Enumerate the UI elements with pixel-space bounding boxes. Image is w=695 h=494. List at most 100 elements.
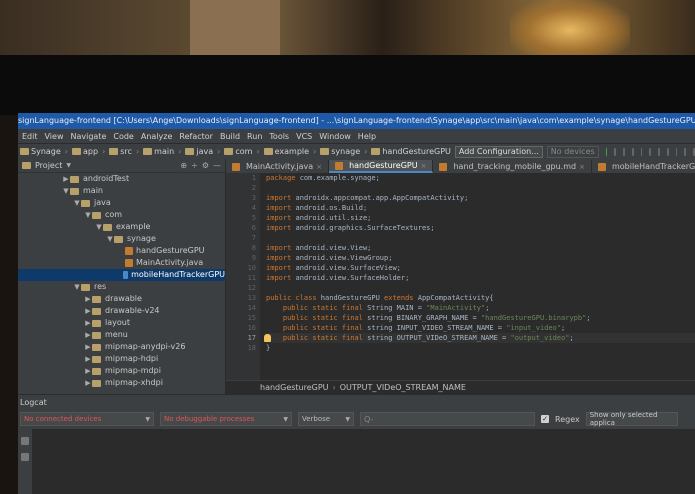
avd-manager-icon[interactable] (658, 147, 660, 156)
tree-item[interactable]: ▼ com (18, 209, 225, 221)
tree-item[interactable]: handGestureGPU (18, 245, 225, 257)
tree-item[interactable]: ▶ mipmap-mdpi (18, 365, 225, 377)
tree-item[interactable]: ▶ mipmap-xhdpi (18, 377, 225, 389)
line-number: 12 (247, 284, 256, 292)
tree-item[interactable]: ▶ androidTest (18, 173, 225, 185)
nav-crumb[interactable]: java (185, 147, 213, 156)
tree-item[interactable]: ▶ layout (18, 317, 225, 329)
tree-item[interactable]: ▶ menu (18, 329, 225, 341)
nav-crumb[interactable]: main (143, 147, 174, 156)
lightbulb-icon[interactable] (264, 334, 271, 342)
menu-item-navigate[interactable]: Navigate (70, 132, 106, 141)
process-dropdown[interactable]: No debuggable processes ▼ (160, 412, 292, 426)
hide-panel-icon[interactable]: — (213, 161, 221, 170)
menu-item-refactor[interactable]: Refactor (179, 132, 213, 141)
logcat-search-input[interactable]: Q- (360, 412, 535, 426)
profile-icon[interactable] (623, 147, 625, 156)
collapsed-arrow-icon[interactable]: ▶ (62, 173, 70, 185)
chevron-right-icon: › (364, 147, 368, 156)
folder-icon (114, 235, 123, 243)
tree-item[interactable]: ▶ drawable-v24 (18, 305, 225, 317)
expanded-arrow-icon[interactable]: ▼ (62, 185, 70, 197)
expanded-arrow-icon[interactable]: ▼ (73, 281, 81, 293)
menu-item-view[interactable]: View (45, 132, 64, 141)
menu-item-code[interactable]: Code (113, 132, 133, 141)
tree-item[interactable]: MainActivity.java (18, 257, 225, 269)
folder-icon (81, 199, 90, 207)
menu-item-analyze[interactable]: Analyze (141, 132, 173, 141)
chevron-right-icon: › (178, 147, 182, 156)
expanded-arrow-icon[interactable]: ▼ (73, 197, 81, 209)
tree-item[interactable]: ▼ example (18, 221, 225, 233)
stop-icon[interactable] (640, 147, 643, 156)
editor-tab[interactable]: handGestureGPU × (329, 160, 434, 173)
close-icon[interactable]: × (421, 162, 427, 170)
tree-item[interactable]: ▶ mipmap-hdpi (18, 353, 225, 365)
nav-crumb[interactable]: example (263, 147, 309, 156)
tree-item[interactable]: ▼ synage (18, 233, 225, 245)
device-selector[interactable]: No devices (546, 145, 599, 158)
nav-crumb[interactable]: synage (320, 147, 360, 156)
layout-inspector-icon[interactable] (684, 147, 687, 156)
nav-crumb[interactable]: handGestureGPU (371, 147, 451, 156)
debug-icon[interactable] (614, 147, 617, 156)
tree-item[interactable]: ▶ mipmap-anydpi-v26 (18, 341, 225, 353)
collapsed-arrow-icon[interactable]: ▶ (84, 365, 92, 377)
target-icon[interactable]: ⊕ (180, 161, 187, 170)
tree-item[interactable]: mobileHandTrackerGPU (18, 269, 225, 281)
collapsed-arrow-icon[interactable]: ▶ (84, 353, 92, 365)
add-configuration-button[interactable]: Add Configuration... (454, 145, 543, 158)
sdk-manager-icon[interactable] (666, 147, 669, 156)
nav-crumb[interactable]: Synage (20, 147, 61, 156)
editor-tab[interactable]: mobileHandTrackerGPU× (592, 160, 695, 173)
expanded-arrow-icon[interactable]: ▼ (84, 209, 92, 221)
nav-crumb[interactable]: com (224, 147, 252, 156)
clear-log-icon[interactable] (21, 437, 29, 445)
soft-wrap-icon[interactable] (21, 453, 29, 461)
regex-checkbox[interactable]: ✓ (541, 415, 549, 423)
menu-item-vcs[interactable]: VCS (296, 132, 312, 141)
collapsed-arrow-icon[interactable]: ▶ (84, 377, 92, 389)
gear-icon[interactable]: ⚙ (202, 161, 209, 170)
collapsed-arrow-icon[interactable]: ▶ (84, 341, 92, 353)
expanded-arrow-icon[interactable]: ▼ (95, 221, 103, 233)
collapsed-arrow-icon[interactable]: ▶ (84, 329, 92, 341)
editor-breadcrumb-item[interactable]: OUTPUT_VIDeO_STREAM_NAME (340, 383, 466, 392)
editor-tab[interactable]: hand_tracking_mobile_gpu.md × (433, 160, 592, 173)
chevron-right-icon: › (313, 147, 317, 156)
menu-item-build[interactable]: Build (220, 132, 240, 141)
tree-item[interactable]: ▼ main (18, 185, 225, 197)
editor-breadcrumb-item[interactable]: handGestureGPU (260, 383, 329, 392)
collapsed-arrow-icon[interactable]: ▶ (84, 305, 92, 317)
collapsed-arrow-icon[interactable]: ▶ (84, 317, 92, 329)
chevron-down-icon[interactable]: ▼ (66, 162, 71, 169)
navigation-bar: Synage › app › src › main › java › com › example › syn… (18, 143, 695, 159)
folder-icon (70, 175, 79, 183)
tree-item[interactable]: ▶ drawable (18, 293, 225, 305)
menu-item-run[interactable]: Run (247, 132, 262, 141)
menu-item-edit[interactable]: Edit (22, 132, 38, 141)
sync-icon[interactable] (649, 147, 652, 156)
structure-icon[interactable] (675, 147, 678, 156)
filter-dropdown[interactable]: Show only selected applica (585, 411, 678, 427)
menu-item-window[interactable]: Window (319, 132, 351, 141)
device-dropdown[interactable]: No connected devices ▼ (20, 412, 154, 426)
tree-item[interactable]: ▼ java (18, 197, 225, 209)
nav-crumb[interactable]: app (72, 147, 98, 156)
tree-item[interactable]: ▼ res (18, 281, 225, 293)
attach-icon[interactable] (631, 147, 634, 156)
expanded-arrow-icon[interactable]: ▼ (106, 233, 114, 245)
editor-tab[interactable]: MainActivity.java × (226, 160, 330, 173)
collapsed-arrow-icon[interactable]: ▶ (84, 293, 92, 305)
close-icon[interactable]: × (316, 163, 322, 171)
menu-item-tools[interactable]: Tools (269, 132, 289, 141)
collapse-icon[interactable]: ÷ (191, 161, 198, 170)
nav-crumb[interactable]: src (109, 147, 132, 156)
code-editor[interactable]: package com.example.synage; import andro… (260, 173, 695, 380)
close-icon[interactable]: × (579, 163, 585, 171)
project-view-selector[interactable]: Project (35, 161, 62, 170)
menu-item-help[interactable]: Help (358, 132, 376, 141)
chevron-down-icon: ▼ (283, 415, 288, 423)
log-level-dropdown[interactable]: Verbose ▼ (298, 412, 354, 426)
run-icon[interactable] (605, 147, 608, 156)
